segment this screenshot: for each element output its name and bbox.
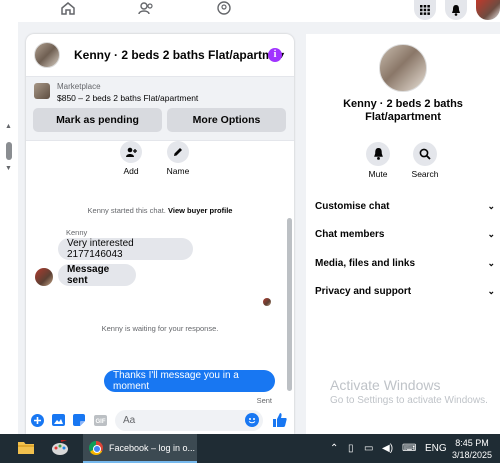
add-person-icon bbox=[120, 141, 142, 163]
privacy-support-section[interactable]: Privacy and support ⌄ bbox=[315, 283, 495, 299]
more-options-button[interactable]: More Options bbox=[167, 108, 286, 132]
left-sidebar-edge: ▲ ▼ bbox=[0, 22, 18, 434]
clock-time: 8:45 PM bbox=[455, 438, 489, 448]
chat-members-section[interactable]: Chat members ⌄ bbox=[315, 226, 495, 242]
marketplace-banner: Marketplace $850 – 2 beds 2 baths Flat/a… bbox=[26, 77, 294, 141]
watermark-title: Activate Windows bbox=[330, 377, 441, 393]
chat-started-notice: Kenny started this chat. View buyer prof… bbox=[26, 206, 294, 215]
activation-watermark: Activate Windows Go to Settings to activ… bbox=[330, 377, 488, 406]
watermark-subtitle: Go to Settings to activate Windows. bbox=[330, 395, 488, 406]
search-icon bbox=[413, 142, 437, 166]
gif-icon[interactable]: GIF bbox=[93, 413, 107, 427]
tray-device-icon[interactable]: ▯ bbox=[348, 443, 354, 454]
message-scrollbar[interactable] bbox=[287, 218, 292, 391]
tray-volume-icon[interactable]: ◀) bbox=[382, 443, 393, 454]
mute-label: Mute bbox=[368, 169, 388, 179]
chat-title[interactable]: Kenny · 2 beds 2 baths Flat/apartme... bbox=[74, 48, 269, 62]
message-list: Add Name Kenny started this chat. View b… bbox=[26, 141, 294, 407]
info-icon[interactable]: i bbox=[268, 48, 282, 62]
home-icon[interactable] bbox=[58, 0, 78, 16]
listing-thumbnail bbox=[34, 83, 50, 99]
name-label: Name bbox=[166, 166, 190, 176]
bell-icon[interactable] bbox=[445, 0, 467, 20]
top-navigation-bar bbox=[0, 0, 500, 22]
marketplace-label: Marketplace bbox=[57, 82, 101, 91]
groups-icon[interactable] bbox=[214, 0, 234, 16]
tray-chevron-up-icon[interactable]: ⌃ bbox=[330, 443, 338, 454]
search-label: Search bbox=[411, 169, 439, 179]
file-explorer-icon[interactable] bbox=[18, 440, 34, 456]
paint-app-icon[interactable] bbox=[51, 438, 68, 456]
section-label: Chat members bbox=[315, 228, 385, 240]
chevron-down-icon: ⌄ bbox=[487, 285, 495, 296]
sender-name: Kenny bbox=[66, 228, 88, 237]
seen-indicator-avatar bbox=[263, 298, 271, 306]
outgoing-message[interactable]: Thanks I'll message you in a moment bbox=[104, 370, 275, 392]
add-member-action[interactable]: Add bbox=[111, 141, 151, 176]
sidebar-scrollbar[interactable] bbox=[6, 142, 12, 160]
section-label: Customise chat bbox=[315, 200, 390, 212]
thumbs-up-icon[interactable] bbox=[272, 412, 287, 427]
listing-avatar bbox=[34, 42, 60, 68]
incoming-message[interactable]: Message sent bbox=[58, 264, 136, 286]
plus-circle-icon[interactable] bbox=[30, 413, 44, 427]
conversation-name: Kenny · 2 beds 2 baths Flat/apartment bbox=[343, 98, 463, 123]
tray-network-icon[interactable]: ▭ bbox=[364, 443, 373, 454]
conversation-avatar[interactable] bbox=[379, 44, 427, 92]
mute-action[interactable]: Mute bbox=[358, 142, 398, 179]
name-chat-action[interactable]: Name bbox=[158, 141, 198, 176]
chat-header[interactable]: Kenny · 2 beds 2 baths Flat/apartme... ▼… bbox=[26, 34, 294, 77]
add-label: Add bbox=[123, 166, 139, 176]
message-input-placeholder: Aa bbox=[123, 415, 136, 426]
chevron-down-icon[interactable]: ▼ bbox=[5, 165, 12, 172]
section-label: Privacy and support bbox=[315, 285, 412, 297]
sticker-icon[interactable] bbox=[72, 413, 86, 427]
menu-grid-icon[interactable] bbox=[414, 0, 436, 20]
listing-summary[interactable]: $850 – 2 beds 2 baths Flat/apartment bbox=[57, 93, 198, 103]
clock-date: 3/18/2025 bbox=[451, 450, 493, 460]
chevron-down-icon: ⌄ bbox=[487, 228, 495, 239]
message-input[interactable]: Aa bbox=[115, 410, 263, 431]
search-action[interactable]: Search bbox=[405, 142, 445, 179]
taskbar-app-label: Facebook – log in o... bbox=[109, 442, 196, 453]
view-buyer-profile-link[interactable]: View buyer profile bbox=[168, 206, 232, 215]
waiting-notice: Kenny is waiting for your response. bbox=[101, 324, 219, 333]
chevron-down-icon: ⌄ bbox=[487, 200, 495, 211]
pencil-icon bbox=[167, 141, 189, 163]
section-label: Media, files and links bbox=[315, 257, 416, 269]
media-files-links-section[interactable]: Media, files and links ⌄ bbox=[315, 255, 495, 271]
photo-icon[interactable] bbox=[51, 413, 65, 427]
sent-status: Sent bbox=[256, 396, 272, 405]
customise-chat-section[interactable]: Customise chat ⌄ bbox=[315, 198, 495, 214]
svg-text:GIF: GIF bbox=[95, 419, 105, 425]
taskbar-app-chrome[interactable]: Facebook – log in o... bbox=[83, 434, 197, 463]
sender-avatar bbox=[35, 268, 53, 286]
chat-started-text: Kenny started this chat. bbox=[87, 206, 166, 215]
conversation-info-panel: Kenny · 2 beds 2 baths Flat/apartment Mu… bbox=[306, 34, 500, 434]
tray-keyboard-icon[interactable]: ⌨ bbox=[402, 443, 416, 454]
chrome-icon bbox=[89, 440, 103, 455]
chevron-up-icon[interactable]: ▲ bbox=[5, 123, 12, 130]
language-indicator[interactable]: ENG bbox=[425, 443, 447, 454]
taskbar: Facebook – log in o... ⌃ ▯ ▭ ◀) ⌨ ENG 8:… bbox=[0, 434, 500, 463]
taskbar-clock[interactable]: 8:45 PM 3/18/2025 bbox=[447, 437, 497, 461]
incoming-message[interactable]: Very interested 2177146043 bbox=[58, 238, 193, 260]
chat-window: Kenny · 2 beds 2 baths Flat/apartme... ▼… bbox=[26, 34, 294, 434]
bell-icon bbox=[366, 142, 390, 166]
friends-icon[interactable] bbox=[136, 0, 156, 16]
profile-avatar[interactable] bbox=[476, 0, 500, 20]
chevron-down-icon: ⌄ bbox=[487, 257, 495, 268]
emoji-icon[interactable] bbox=[245, 413, 259, 427]
mark-as-pending-button[interactable]: Mark as pending bbox=[33, 108, 162, 132]
message-composer: GIF Aa bbox=[26, 407, 294, 434]
